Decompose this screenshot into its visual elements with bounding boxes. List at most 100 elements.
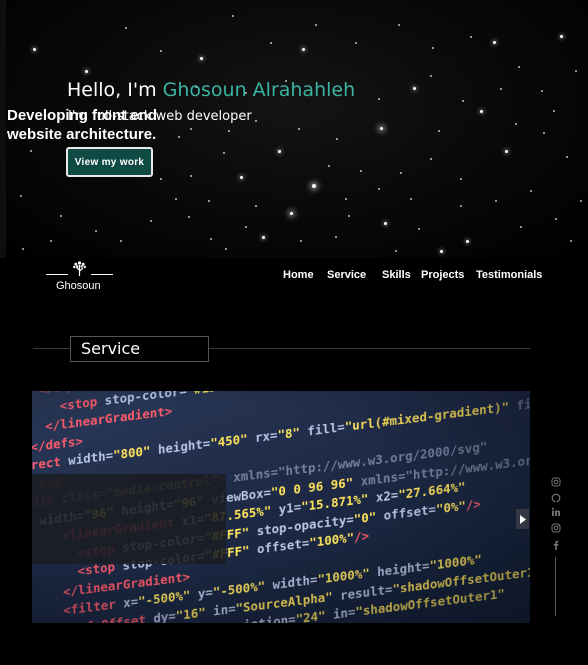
caption-box <box>32 474 226 564</box>
hero-name: Ghosoun Alrahahleh <box>162 79 356 101</box>
star <box>440 250 443 253</box>
star <box>190 175 192 177</box>
star <box>312 184 316 188</box>
nav-skills[interactable]: Skills <box>382 269 411 281</box>
logo-left-line <box>46 274 68 275</box>
star <box>520 226 522 228</box>
star <box>360 170 362 172</box>
star <box>60 215 62 217</box>
star <box>460 205 462 207</box>
star <box>505 150 508 153</box>
star <box>395 250 397 252</box>
social-instagram-link[interactable] <box>551 477 561 487</box>
star <box>541 90 543 92</box>
star <box>355 42 357 44</box>
star <box>413 87 416 90</box>
star <box>225 248 227 250</box>
star <box>298 128 300 130</box>
star <box>335 236 337 238</box>
star <box>432 47 434 49</box>
nav-service[interactable]: Service <box>327 269 366 281</box>
star <box>208 200 210 202</box>
star <box>418 228 420 230</box>
star <box>125 27 127 29</box>
star <box>50 240 52 242</box>
instagram-icon <box>551 523 561 533</box>
star <box>345 198 347 200</box>
star <box>555 218 557 220</box>
logo-text[interactable]: Ghosoun <box>56 280 101 292</box>
star <box>255 205 257 207</box>
star <box>575 70 577 72</box>
star <box>160 50 162 52</box>
star <box>460 178 462 180</box>
star <box>160 178 162 180</box>
star <box>200 57 203 60</box>
star <box>566 156 568 158</box>
star <box>430 75 432 77</box>
star <box>553 110 555 112</box>
instagram-icon <box>551 477 561 487</box>
star <box>175 198 177 200</box>
star <box>95 230 97 232</box>
star <box>210 238 212 240</box>
chevron-right-icon <box>519 514 526 524</box>
star <box>380 127 383 130</box>
star <box>378 188 380 190</box>
nav-home[interactable]: Home <box>283 269 314 281</box>
star <box>410 198 412 200</box>
star <box>85 70 88 73</box>
hero-greeting: Hello, I'm Ghosoun Alrahahleh <box>67 79 355 101</box>
star <box>270 42 272 44</box>
social-facebook-link[interactable] <box>551 540 561 550</box>
star <box>262 236 265 239</box>
logo-right-line <box>91 274 113 275</box>
star <box>245 226 247 228</box>
star <box>290 212 293 215</box>
slide-caption: Developing front end website architectur… <box>7 107 157 143</box>
star <box>518 66 520 68</box>
star <box>278 150 281 153</box>
star <box>30 150 32 152</box>
star <box>495 200 497 202</box>
star <box>466 240 469 243</box>
star <box>240 176 243 179</box>
star <box>232 15 234 17</box>
star <box>560 35 563 38</box>
social-rail-line <box>555 557 556 616</box>
star <box>400 172 402 174</box>
star <box>20 195 22 197</box>
star <box>22 248 24 250</box>
star <box>228 130 230 132</box>
star <box>480 110 483 113</box>
star <box>188 216 190 218</box>
star <box>530 190 532 192</box>
greeting-text: Hello, I'm <box>67 79 163 101</box>
tree-icon <box>73 261 86 276</box>
star <box>493 41 496 44</box>
next-slide-button[interactable] <box>516 509 529 529</box>
star <box>430 158 432 160</box>
linkedin-icon <box>551 507 560 516</box>
star <box>398 24 400 26</box>
star <box>300 240 302 242</box>
social-linkedin-link[interactable] <box>551 507 561 517</box>
view-my-work-button[interactable]: View my work <box>66 147 153 177</box>
star <box>543 132 545 134</box>
star <box>438 130 440 132</box>
nav-projects[interactable]: Projects <box>421 269 464 281</box>
social-github-link[interactable] <box>551 493 561 503</box>
social-instagram-link-2[interactable] <box>551 523 561 533</box>
star <box>348 215 350 217</box>
star <box>315 24 317 26</box>
service-slide: <stop stop-color="#06101b" offset="0%"/>… <box>32 391 530 623</box>
star <box>515 123 517 125</box>
hero-edge <box>0 0 6 258</box>
section-title: Service <box>70 336 209 362</box>
star <box>462 100 464 102</box>
star <box>302 48 305 51</box>
star <box>328 165 330 167</box>
star <box>470 36 472 38</box>
nav-testimonials[interactable]: Testimonials <box>476 269 542 281</box>
star <box>378 98 380 100</box>
